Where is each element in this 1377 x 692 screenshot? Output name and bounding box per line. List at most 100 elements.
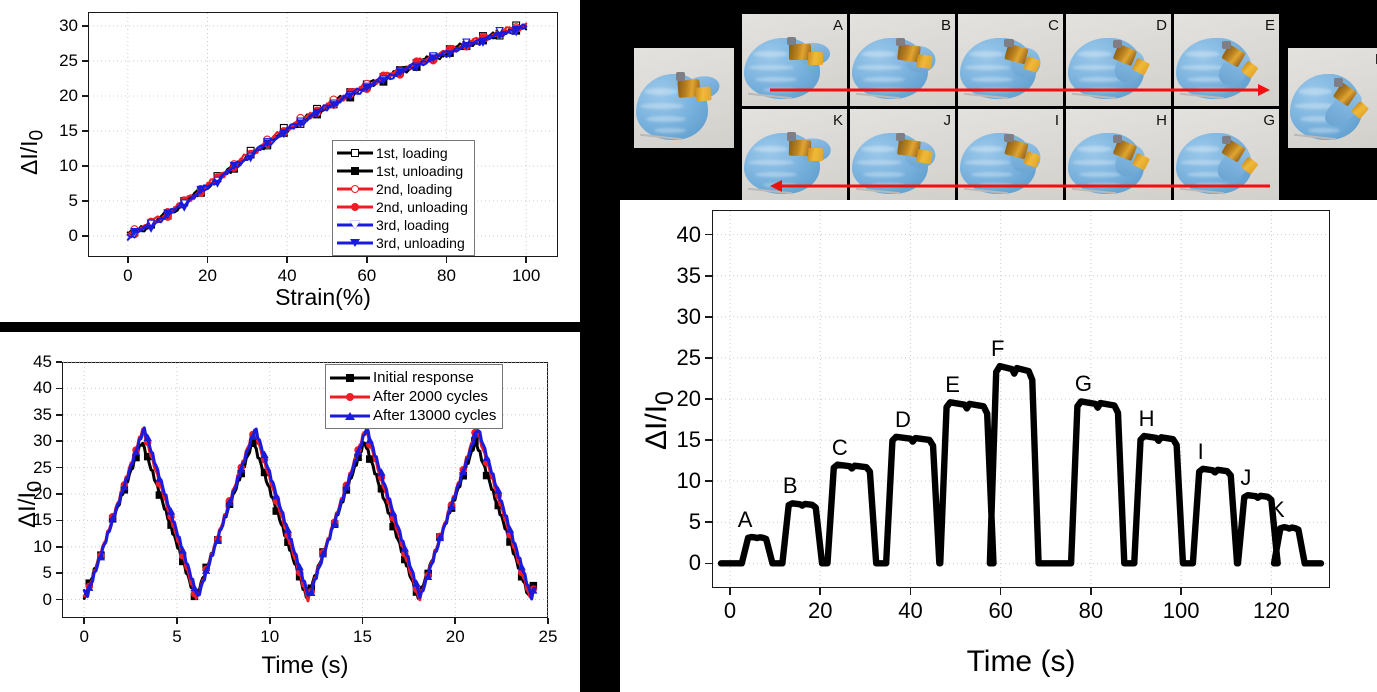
y-tickmark [705,233,712,236]
legend-item: 2nd, unloading [337,198,468,216]
x-tick-label: 5 [172,627,182,646]
legend-symbol [337,180,373,198]
sensor-contact [895,133,906,142]
legend-symbol [337,144,373,162]
legend-label: 3rd, unloading [376,235,465,251]
y-tick-label: 25 [33,457,52,477]
x-axis-title: Strain(%) [275,284,371,310]
glove-fold [644,88,678,95]
y-tick-label: 45 [33,352,52,371]
sensor-contact [676,72,686,82]
peak-label-c: C [831,434,848,460]
x-tick-label: 25 [538,627,558,646]
glove-fold [754,171,797,178]
glove-fold [640,103,684,109]
photo-label-k: K [832,112,843,129]
y-tickmark [82,95,88,97]
x-tick-label: 40 [898,598,923,623]
y-tickmark [705,274,712,277]
legend-label: 2nd, unloading [376,199,468,215]
legend-marker [346,373,354,382]
y-tickmark [82,200,88,202]
sensor-contact [1112,134,1123,144]
legend-symbol [337,216,373,234]
sensor-electrode [807,147,824,161]
photo-label-g: G [1263,112,1275,129]
photo-label-e: E [1264,17,1275,34]
legend-symbol [330,387,370,406]
y-tickmark [56,413,62,416]
glove-fold [964,159,1011,166]
sensor-contact [1221,40,1232,50]
legend-marker [350,221,360,229]
peak-label-i: I [1197,438,1204,464]
finger-bending-response-chart: 0 20 40 60 80 100 120 0 5 10 15 20 25 30 35 40 ABCDEFGH… [620,200,1377,692]
x-tickmark [819,588,822,595]
sensor-contact [1221,135,1232,145]
x-tickmark [1180,588,1182,595]
y-tick-label: 30 [676,303,701,329]
y-tick-label: 25 [59,51,78,70]
sensor-contact [895,38,905,47]
y-tickmark [705,316,712,318]
x-tick-label: 0 [79,627,89,646]
legend-label: After 2000 cycles [373,388,489,405]
y-tick-label: 35 [676,262,701,288]
photo-label-i: I [1054,112,1059,129]
x-tick-label: 10 [260,627,280,646]
x-tickmark [999,588,1002,595]
peak-label-b: B [782,473,798,499]
chart-legend: 1st, loading 1st, unloading 2nd, loading 2n… [332,140,475,256]
legend-label: 2nd, loading [376,181,453,197]
legend-item: 1st, loading [337,144,468,162]
y-tick-label: 5 [68,191,78,210]
x-axis-title: Time (s) [261,652,349,679]
x-tickmark [206,257,209,263]
gloved-hand [634,48,734,148]
peak-label-g: G [1074,371,1092,397]
legend-item: 3rd, unloading [337,234,468,252]
x-tick-label: 15 [353,627,372,646]
y-tick-label: 0 [688,550,701,576]
glove-fold [856,64,903,71]
gloved-hand [1288,48,1377,148]
y-tick-label: 40 [33,378,52,398]
legend-label: 1st, unloading [376,163,464,179]
peak-label-a: A [737,507,753,533]
y-tickmark [705,398,712,400]
photo-label-a: A [832,17,843,34]
bending-direction-arrow-reverse [770,180,1270,192]
y-tickmark [56,598,62,601]
glove-fold [654,128,686,133]
y-tickmark [56,440,62,442]
y-tick-label: 35 [33,404,52,424]
glove-fold [856,159,903,166]
legend-symbol [330,368,370,387]
legend-symbol [337,198,373,216]
x-axis-title: Time (s) [966,645,1076,678]
y-tickmark [56,545,62,548]
sensor-contact [1112,39,1123,49]
x-tick-label: 120 [1252,598,1290,623]
peak-label-h: H [1138,405,1155,431]
x-tick-label: 20 [198,266,217,285]
x-tick-label: 0 [123,266,133,285]
y-tickmark [705,480,712,482]
x-tickmark [445,257,448,263]
y-axis-title: ΔI/I0 [16,130,49,175]
sensor-electrode [807,51,824,65]
glove-fold [1298,88,1332,95]
y-tickmark [82,165,88,167]
y-tickmark [82,60,88,62]
peak-label-j: J [1240,465,1252,491]
glove-fold [964,64,1011,71]
peak-label-k: K [1270,497,1285,523]
panel-photo-strip: A B C D E K J I H GF [620,0,1377,200]
y-axis-title: ΔI/I0 [640,391,680,450]
y-tick-label: 30 [59,16,78,35]
x-tickmark [454,618,457,624]
y-tick-label: 25 [676,344,701,370]
y-tickmark [705,562,712,565]
legend-label: After 13000 cycles [373,407,497,424]
panel-loading-unloading: 0 20 40 60 80 100 0 5 10 15 20 25 30 Strain(%) ΔI/I0… [0,0,580,322]
